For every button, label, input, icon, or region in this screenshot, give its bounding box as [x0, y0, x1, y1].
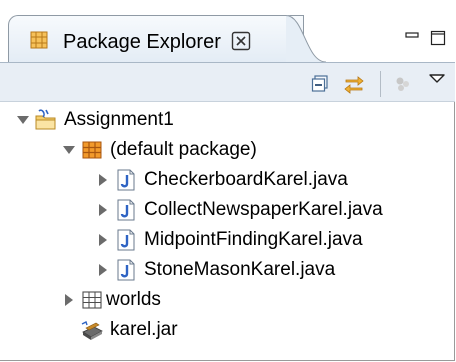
tree-item-worlds-folder[interactable]: worlds	[62, 285, 161, 315]
tree-item-label: MidpointFindingKarel.java	[144, 229, 363, 250]
tree-item-label: karel.jar	[110, 319, 178, 340]
folder-icon	[80, 288, 104, 312]
expand-arrow-icon[interactable]	[16, 113, 30, 127]
jar-icon	[80, 318, 104, 342]
view-tab-strip: Package Explorer	[0, 0, 455, 63]
view-title: Package Explorer	[63, 31, 221, 53]
tree-item-label: (default package)	[110, 139, 257, 160]
package-explorer-view: Package Explorer Assignment1 (default pa…	[0, 0, 455, 361]
collapsed-arrow-icon[interactable]	[62, 293, 76, 307]
tree-item-java-file[interactable]: CollectNewspaperKarel.java	[96, 195, 383, 225]
java-project-icon	[34, 108, 58, 132]
collapsed-arrow-icon[interactable]	[96, 263, 110, 277]
minimize-icon[interactable]	[404, 30, 420, 46]
collapsed-arrow-icon[interactable]	[96, 173, 110, 187]
tree-item-label: worlds	[106, 289, 161, 310]
tree-item-java-file[interactable]: StoneMasonKarel.java	[96, 255, 335, 285]
java-file-icon	[114, 168, 138, 192]
tree-item-label: Assignment1	[64, 109, 174, 130]
package-icon	[80, 138, 104, 162]
collapse-all-icon[interactable]	[310, 73, 332, 95]
collapsed-arrow-icon[interactable]	[96, 203, 110, 217]
tree-item-java-file[interactable]: CheckerboardKarel.java	[96, 165, 348, 195]
tab-edge	[286, 15, 326, 63]
project-tree: Assignment1 (default package) Checkerboa…	[0, 102, 455, 360]
view-toolbar	[0, 62, 455, 102]
tree-item-label: CollectNewspaperKarel.java	[144, 199, 383, 220]
tree-item-java-file[interactable]: MidpointFindingKarel.java	[96, 225, 363, 255]
java-file-icon	[114, 198, 138, 222]
close-icon[interactable]	[231, 31, 251, 51]
package-explorer-tab[interactable]: Package Explorer	[8, 15, 304, 63]
collapsed-arrow-icon[interactable]	[96, 233, 110, 247]
view-menu-chevron-icon[interactable]	[426, 69, 448, 91]
tree-item-label: StoneMasonKarel.java	[144, 259, 336, 280]
package-explorer-icon	[29, 30, 49, 50]
tree-item-default-package[interactable]: (default package)	[62, 135, 257, 165]
java-file-icon	[114, 228, 138, 252]
toolbar-separator	[380, 71, 381, 97]
maximize-icon[interactable]	[430, 30, 446, 46]
tree-item-project[interactable]: Assignment1	[16, 105, 174, 135]
java-file-icon	[114, 258, 138, 282]
view-filter-icon[interactable]	[392, 73, 414, 95]
tree-item-label: CheckerboardKarel.java	[144, 169, 348, 190]
expand-arrow-icon[interactable]	[62, 143, 76, 157]
link-with-editor-icon[interactable]	[343, 73, 365, 95]
tree-item-jar[interactable]: karel.jar	[80, 315, 178, 345]
